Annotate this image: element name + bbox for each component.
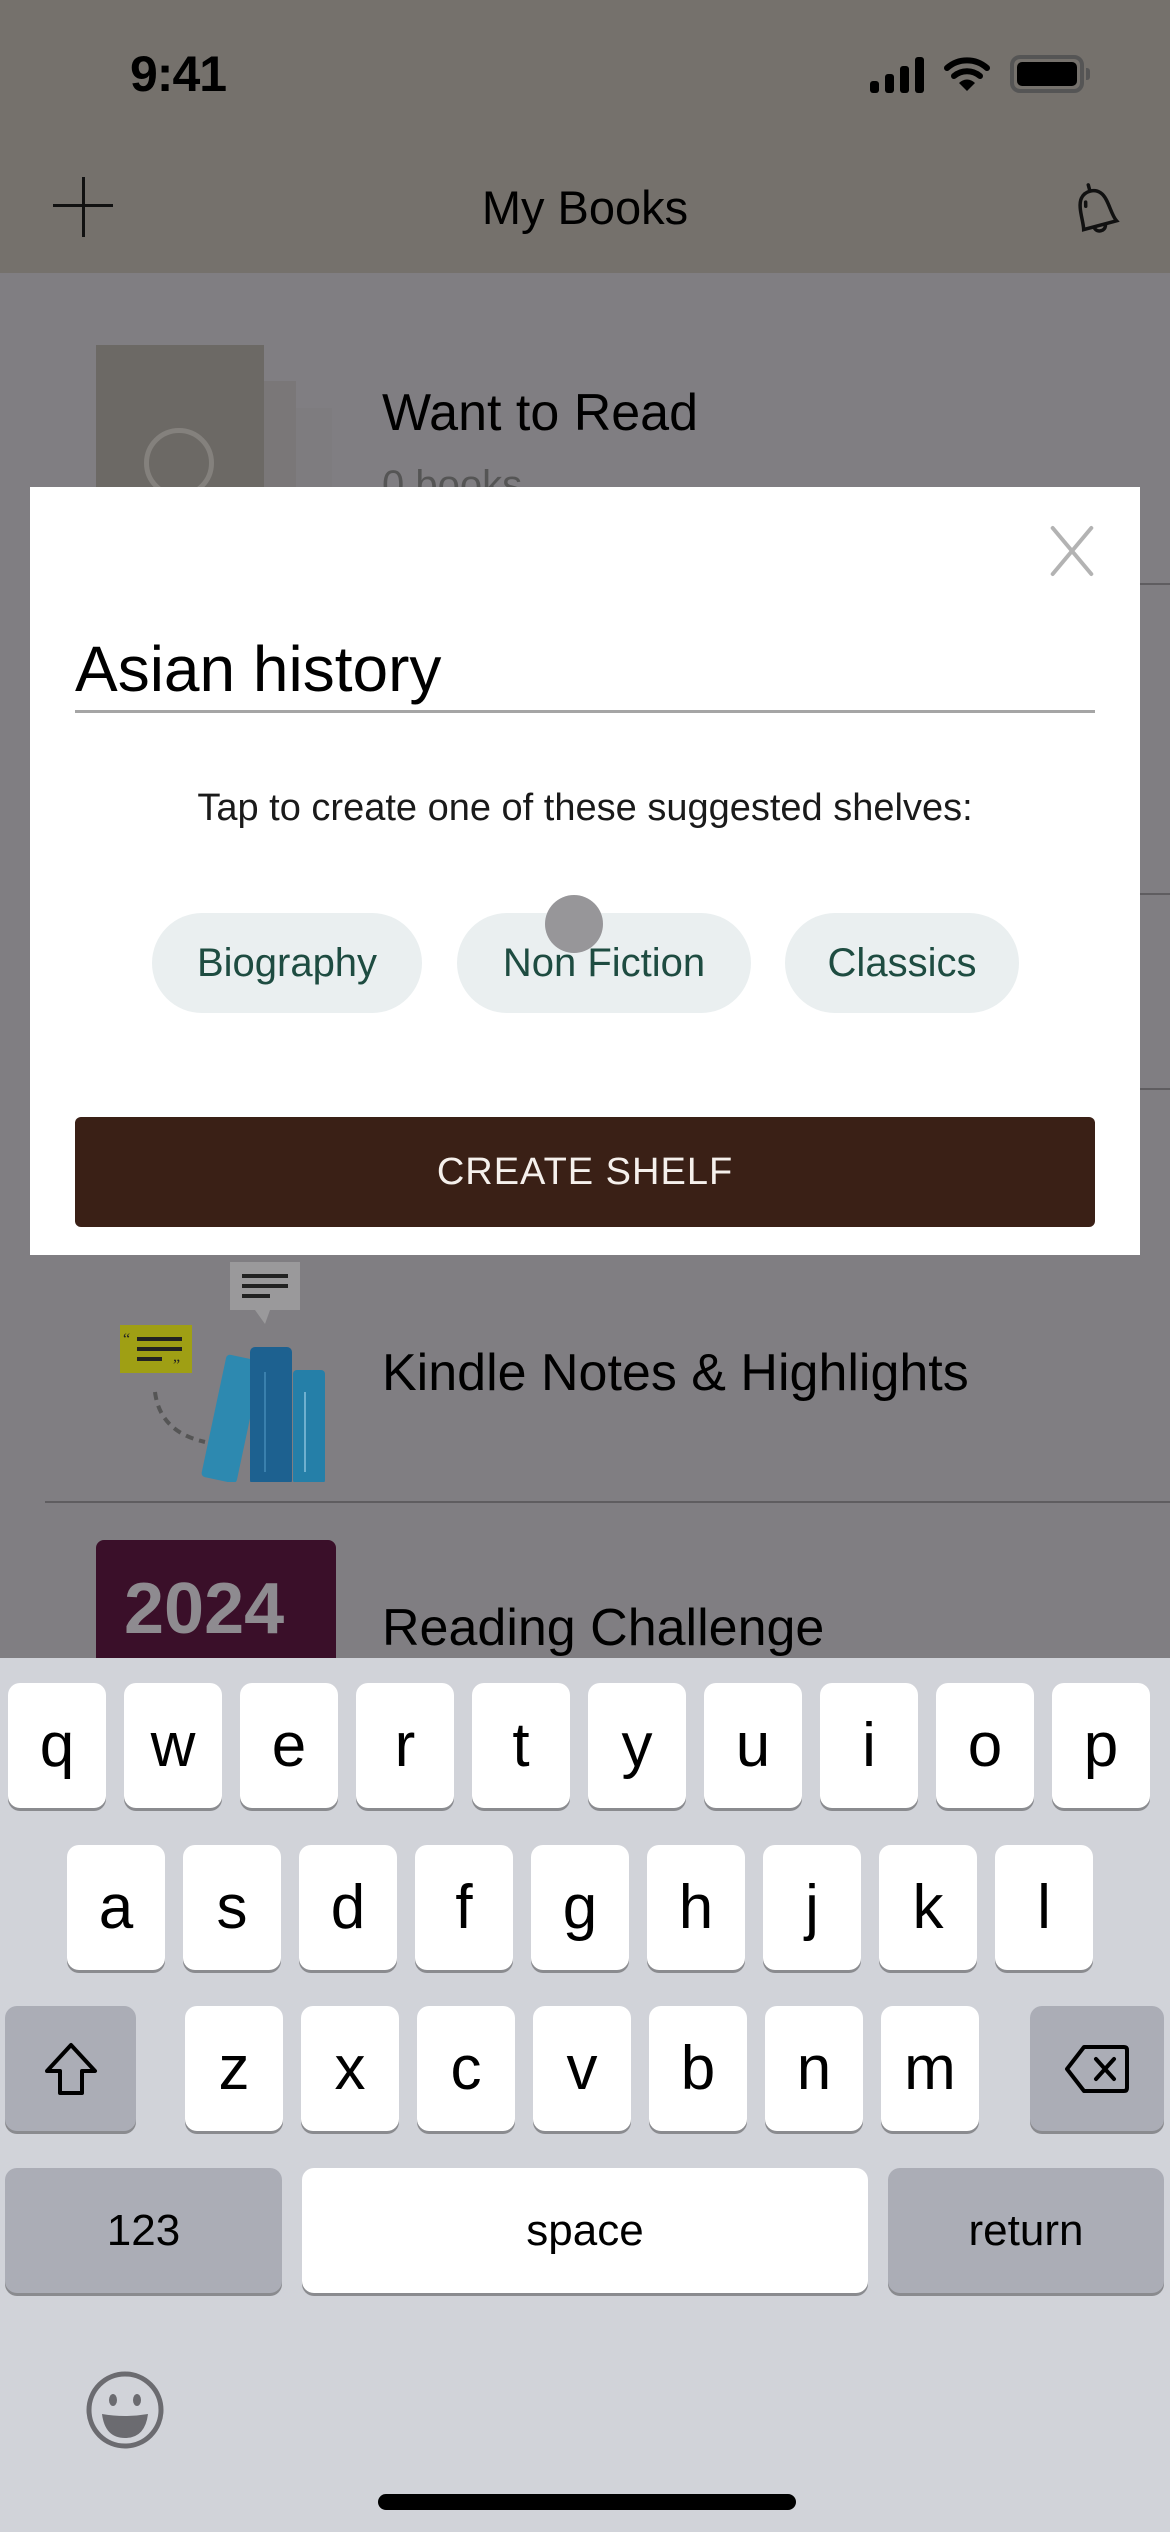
key-g[interactable]: g [531, 1845, 629, 1970]
divider [45, 1501, 1170, 1503]
close-icon[interactable] [1044, 523, 1100, 579]
key-a[interactable]: a [67, 1845, 165, 1970]
create-shelf-button[interactable]: CREATE SHELF [75, 1117, 1095, 1227]
shelf-name-input[interactable] [75, 632, 1095, 706]
wifi-icon [944, 57, 990, 91]
space-key[interactable]: space [302, 2168, 868, 2293]
key-p[interactable]: p [1052, 1683, 1150, 1808]
key-i[interactable]: i [820, 1683, 918, 1808]
delete-key[interactable] [1030, 2006, 1164, 2131]
key-o[interactable]: o [936, 1683, 1034, 1808]
numbers-key[interactable]: 123 [5, 2168, 282, 2293]
nav-bar: My Books [0, 150, 1170, 273]
cellular-signal-icon [870, 55, 924, 93]
touch-indicator [545, 895, 603, 953]
kindle-notes-illustration: “ ” [120, 1262, 325, 1482]
return-key[interactable]: return [888, 2168, 1164, 2293]
key-t[interactable]: t [472, 1683, 570, 1808]
shelf-name-field[interactable] [75, 627, 1095, 713]
key-v[interactable]: v [533, 2006, 631, 2131]
bell-icon[interactable] [1065, 178, 1125, 242]
key-x[interactable]: x [301, 2006, 399, 2131]
shelf-title: Reading Challenge [382, 1599, 825, 1657]
key-w[interactable]: w [124, 1683, 222, 1808]
key-k[interactable]: k [879, 1845, 977, 1970]
page-title: My Books [481, 181, 689, 234]
suggested-shelf-chip[interactable]: Biography [152, 913, 422, 1013]
backspace-icon [1065, 2044, 1129, 2093]
challenge-year: 2024 [124, 1569, 285, 1649]
status-time: 9:41 [130, 46, 227, 102]
emoji-icon[interactable] [85, 2370, 165, 2450]
suggestion-helper-text: Tap to create one of these suggested she… [197, 787, 973, 829]
key-f[interactable]: f [415, 1845, 513, 1970]
suggested-shelf-chip[interactable]: Classics [785, 913, 1019, 1013]
svg-text:“: “ [123, 1331, 130, 1348]
shift-icon [44, 2042, 97, 2095]
svg-text:”: ” [173, 1357, 180, 1374]
key-b[interactable]: b [649, 2006, 747, 2131]
key-n[interactable]: n [765, 2006, 863, 2131]
status-icons [870, 55, 1090, 93]
keyboard-row-1: qwertyuiop [0, 1683, 1170, 1808]
key-d[interactable]: d [299, 1845, 397, 1970]
keyboard-row-2: asdfghjkl [0, 1845, 1170, 1970]
suggested-shelf-chip[interactable]: Non Fiction [457, 913, 751, 1013]
key-h[interactable]: h [647, 1845, 745, 1970]
key-m[interactable]: m [881, 2006, 979, 2131]
shelf-title: Kindle Notes & Highlights [382, 1344, 969, 1402]
reading-challenge-badge: 2024 [96, 1540, 336, 1658]
battery-icon [1010, 55, 1090, 93]
home-indicator [378, 2494, 796, 2510]
key-y[interactable]: y [588, 1683, 686, 1808]
keyboard-row-3: zxcvbnm [0, 2006, 1170, 2131]
shift-key[interactable] [5, 2006, 136, 2131]
key-e[interactable]: e [240, 1683, 338, 1808]
key-s[interactable]: s [183, 1845, 281, 1970]
shelf-title: Want to Read [382, 384, 699, 442]
key-u[interactable]: u [704, 1683, 802, 1808]
keyboard: qwertyuiop asdfghjkl zxcvbnm 123 space r… [0, 1658, 1170, 2532]
key-r[interactable]: r [356, 1683, 454, 1808]
key-j[interactable]: j [763, 1845, 861, 1970]
status-bar: 9:41 [0, 0, 1170, 150]
keyboard-row-4: 123 space return [0, 2168, 1170, 2293]
key-c[interactable]: c [417, 2006, 515, 2131]
key-l[interactable]: l [995, 1845, 1093, 1970]
key-q[interactable]: q [8, 1683, 106, 1808]
create-shelf-dialog: Tap to create one of these suggested she… [30, 487, 1140, 1255]
key-z[interactable]: z [185, 2006, 283, 2131]
